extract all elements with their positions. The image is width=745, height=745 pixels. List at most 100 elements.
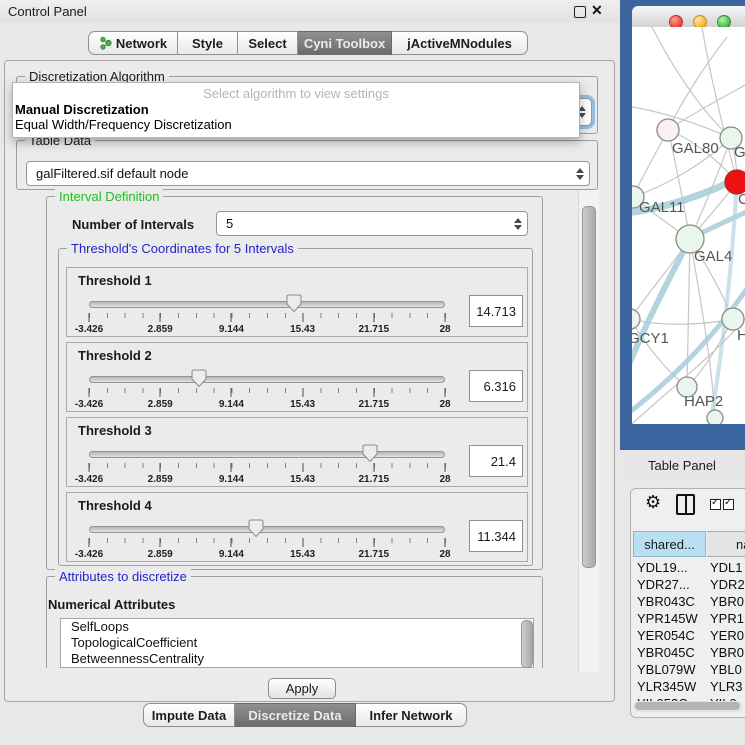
table-cell[interactable]: YDL19... [637, 559, 688, 576]
threshold-2-value-field[interactable]: 6.316 [469, 370, 523, 402]
threshold-1-slider[interactable]: -3.426 2.859 9.144 15.43 21.715 28 [89, 268, 445, 338]
tick-label: 28 [439, 324, 450, 335]
threshold-2-slider[interactable]: -3.426 2.859 9.144 15.43 21.715 28 [89, 343, 445, 413]
float-window-icon[interactable] [574, 6, 586, 18]
slider-track[interactable] [89, 376, 445, 383]
interval-definition-group-title: Interval Definition [55, 189, 163, 204]
numerical-attributes-list[interactable]: SelfLoops TopologicalCoefficient Between… [60, 618, 534, 668]
close-panel-icon[interactable]: ✕ [591, 2, 603, 19]
tick-label: 28 [439, 474, 450, 485]
combo-arrows-icon [576, 168, 584, 180]
slider-track[interactable] [89, 451, 445, 458]
node-bottom-partial[interactable] [707, 410, 723, 424]
thresholds-group-title: Threshold's Coordinates for 5 Intervals [67, 241, 298, 256]
number-of-intervals-label: Number of Intervals [72, 217, 194, 232]
tick-label: 9.144 [219, 474, 244, 485]
number-of-intervals-combobox[interactable]: 5 [216, 211, 528, 236]
table-cell[interactable]: YLR3 [710, 678, 743, 695]
list-item[interactable]: BetweennessCentrality [61, 651, 533, 667]
table-data-combobox[interactable]: galFiltered.sif default node [26, 161, 590, 186]
tick-label: 21.715 [359, 474, 390, 485]
tab-style[interactable]: Style [178, 31, 238, 55]
tick-label: 21.715 [359, 324, 390, 335]
tick-label: -3.426 [75, 324, 103, 335]
threshold-3-row: Threshold 3 -3.426 2.859 9.144 15.43 21.… [66, 417, 528, 487]
slider-track[interactable] [89, 301, 445, 308]
node-label-gal80: GAL80 [672, 140, 719, 157]
tab-infer-network[interactable]: Infer Network [356, 703, 467, 727]
slider-thumb[interactable] [286, 294, 302, 313]
checkbox-icon[interactable] [710, 499, 721, 510]
tab-impute-data[interactable]: Impute Data [143, 703, 235, 727]
node-gal80[interactable] [657, 119, 679, 141]
tab-cyni-toolbox-label: Cyni Toolbox [304, 36, 385, 51]
tick-label: 15.43 [290, 399, 315, 410]
node-label-gal4: GAL4 [694, 248, 732, 265]
dropdown-option-manual[interactable]: Manual Discretization [13, 102, 579, 117]
threshold-4-slider[interactable]: -3.426 2.859 9.144 15.43 21.715 28 [89, 493, 445, 563]
slider-ticks [89, 313, 446, 318]
network-window-titlebar[interactable] [632, 6, 745, 28]
table-cell[interactable]: YPR1 [710, 610, 744, 627]
threshold-2-row: Threshold 2 -3.426 2.859 9.144 15.43 21.… [66, 342, 528, 412]
table-cell[interactable]: YPR145W [637, 610, 698, 627]
table-cell[interactable]: YBL079W [637, 661, 696, 678]
gear-icon[interactable]: ⚙ [645, 492, 661, 513]
slider-thumb[interactable] [191, 369, 207, 388]
slider-thumb[interactable] [362, 444, 378, 463]
table-cell[interactable]: YBR045C [637, 644, 695, 661]
threshold-3-slider[interactable]: -3.426 2.859 9.144 15.43 21.715 28 [89, 418, 445, 488]
node-label-partial: GA [734, 144, 745, 161]
tick-label: 21.715 [359, 399, 390, 410]
checkbox-icon[interactable] [723, 499, 734, 510]
table-cell[interactable]: YDR2 [710, 576, 745, 593]
control-panel-titlebar [0, 0, 620, 22]
tab-jactivemnodules-label: jActiveMNodules [407, 36, 512, 51]
slider-track[interactable] [89, 526, 445, 533]
tick-label: 2.859 [148, 474, 173, 485]
slider-ticks [89, 388, 446, 393]
numerical-attributes-label: Numerical Attributes [48, 597, 175, 612]
table-cell[interactable]: YER0 [710, 627, 744, 644]
slider-thumb[interactable] [248, 519, 264, 538]
network-canvas[interactable]: GAL80 GA C GAL11 GAL4 GCY1 H HAP2 [632, 27, 745, 424]
table-cell[interactable]: YLR345W [637, 678, 696, 695]
tab-cyni-toolbox[interactable]: Cyni Toolbox [298, 31, 392, 55]
split-columns-icon[interactable] [676, 494, 695, 515]
table-cell[interactable]: YBL0 [710, 661, 742, 678]
tab-select[interactable]: Select [238, 31, 298, 55]
column-header-name[interactable]: na [707, 531, 745, 557]
tab-select-label: Select [248, 36, 286, 51]
table-cell[interactable]: YBR043C [637, 593, 695, 610]
panel-scrollbar-thumb[interactable] [582, 206, 596, 568]
table-cell[interactable]: YDR27... [637, 576, 690, 593]
threshold-3-value-field[interactable]: 21.4 [469, 445, 523, 477]
table-panel-header: Table Panel [620, 450, 745, 482]
threshold-1-row: Threshold 1 -3.426 2.859 9.144 15.43 21.… [66, 267, 528, 337]
node-gcy1[interactable] [632, 309, 640, 329]
list-scrollbar[interactable] [521, 620, 533, 668]
table-hscrollbar-thumb[interactable] [635, 702, 740, 710]
table-cell[interactable]: YER054C [637, 627, 695, 644]
tick-label: -3.426 [75, 549, 103, 560]
node-label-hap2: HAP2 [684, 393, 723, 410]
tick-label: 15.43 [290, 324, 315, 335]
tick-label: 15.43 [290, 474, 315, 485]
tick-label: 9.144 [219, 399, 244, 410]
tab-discretize-data[interactable]: Discretize Data [235, 703, 356, 727]
apply-button[interactable]: Apply [268, 678, 336, 699]
tab-jactivemnodules[interactable]: jActiveMNodules [392, 31, 528, 55]
dropdown-option-equal-width[interactable]: Equal Width/Frequency Discretization [13, 117, 579, 132]
table-cell[interactable]: YDL1 [710, 559, 743, 576]
combo-arrows-icon [514, 218, 522, 230]
table-cell[interactable]: YBR0 [710, 644, 744, 661]
list-item[interactable]: SelfLoops [61, 619, 533, 635]
table-cell[interactable]: YBR0 [710, 593, 744, 610]
network-graph: GAL80 GA C GAL11 GAL4 GCY1 H HAP2 [632, 27, 745, 424]
slider-ticks [89, 463, 446, 468]
threshold-1-value-field[interactable]: 14.713 [469, 295, 523, 327]
threshold-4-value-field[interactable]: 11.344 [469, 520, 523, 552]
tab-network[interactable]: Network [88, 31, 178, 55]
list-item[interactable]: TopologicalCoefficient [61, 635, 533, 651]
column-header-shared-name[interactable]: shared... [633, 531, 706, 557]
